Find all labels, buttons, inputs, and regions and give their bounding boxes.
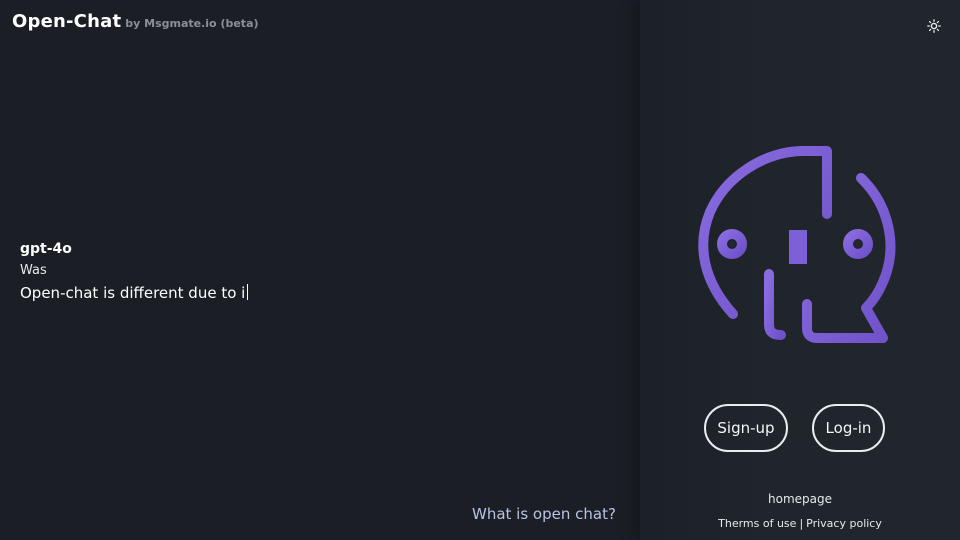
typing-text-line: Open-chat is different due to i bbox=[20, 282, 620, 304]
app-root: Open-Chat by Msgmate.io (beta) gpt-4o Was… bbox=[0, 0, 960, 540]
sign-up-button[interactable]: Sign-up bbox=[704, 404, 788, 452]
footer-separator: | bbox=[799, 517, 804, 530]
app-title[interactable]: Open-Chat bbox=[12, 11, 121, 32]
chat-line: Was bbox=[20, 263, 47, 278]
terms-of-use-link[interactable]: Therms of use bbox=[718, 517, 796, 530]
log-in-button[interactable]: Log-in bbox=[812, 404, 885, 452]
footer-links: Therms of use | Privacy policy bbox=[640, 517, 960, 530]
chat-preview: gpt-4o Was Open-chat is different due to… bbox=[20, 240, 620, 304]
ai-head-chip-logo bbox=[698, 146, 896, 343]
app-subtitle: by Msgmate.io (beta) bbox=[125, 17, 259, 30]
homepage-link[interactable]: homepage bbox=[640, 492, 960, 506]
typing-text: Open-chat is different due to i bbox=[20, 284, 246, 302]
typing-caret bbox=[247, 284, 249, 300]
theme-toggle-button[interactable] bbox=[924, 16, 944, 36]
what-is-open-chat-link[interactable]: What is open chat? bbox=[472, 505, 616, 523]
privacy-policy-link[interactable]: Privacy policy bbox=[806, 517, 882, 530]
brand-header: Open-Chat by Msgmate.io (beta) bbox=[12, 11, 259, 32]
sun-icon bbox=[927, 19, 941, 33]
model-name: gpt-4o bbox=[20, 241, 72, 257]
